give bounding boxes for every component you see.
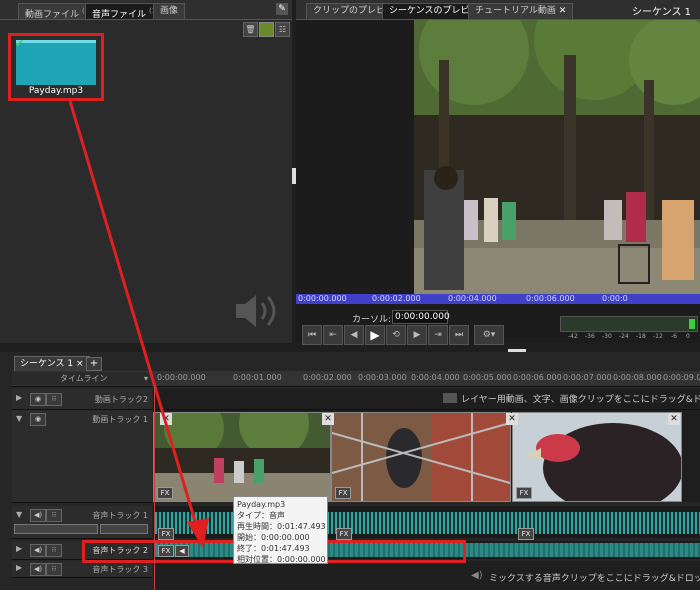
drag-arrow bbox=[68, 100, 209, 548]
playhead[interactable] bbox=[154, 386, 155, 590]
